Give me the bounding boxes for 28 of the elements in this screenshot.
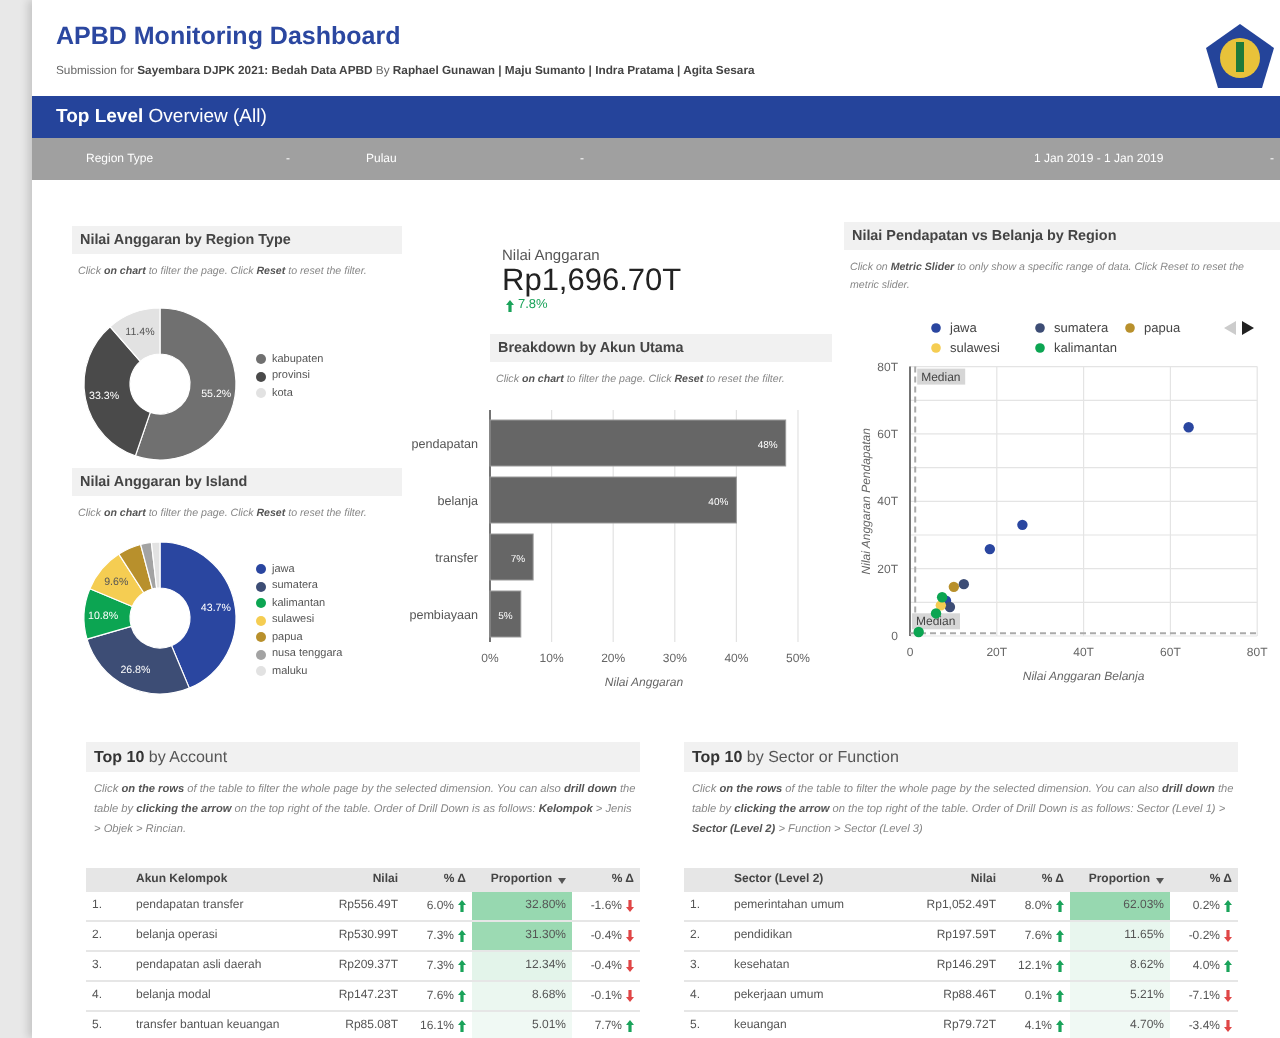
legend-dot xyxy=(1035,323,1045,333)
dashboard-title: APBD Monitoring Dashboard xyxy=(56,20,403,54)
section-title-bar: Top Level Overview (All) xyxy=(32,96,1280,138)
emblem-icon xyxy=(1204,22,1276,90)
data-point xyxy=(1183,422,1194,433)
legend-dot xyxy=(256,371,266,381)
bar xyxy=(489,590,522,638)
next-page-icon[interactable] xyxy=(1242,321,1254,335)
data-point xyxy=(984,543,996,555)
legend-dot xyxy=(256,598,266,608)
legend-dot xyxy=(256,666,266,676)
metric-value: Rp1,696.70T xyxy=(502,264,684,298)
legend-dot xyxy=(1035,343,1045,353)
legend-dot xyxy=(256,649,266,659)
bar xyxy=(489,533,534,581)
panel-title: Top 10 by Account xyxy=(86,742,640,772)
data-point xyxy=(1017,519,1028,531)
panel-title: Top 10 by Sector or Function xyxy=(684,742,1238,772)
legend-dot xyxy=(256,581,266,591)
legend-dot xyxy=(931,343,941,353)
legend-dot xyxy=(256,388,266,398)
data-point xyxy=(913,626,924,638)
legend-dot xyxy=(256,615,266,625)
legend-dot xyxy=(256,354,266,364)
legend-dot xyxy=(256,632,266,642)
legend-dot xyxy=(1125,323,1135,333)
legend-dot xyxy=(931,323,941,333)
legend-dot xyxy=(256,564,266,574)
